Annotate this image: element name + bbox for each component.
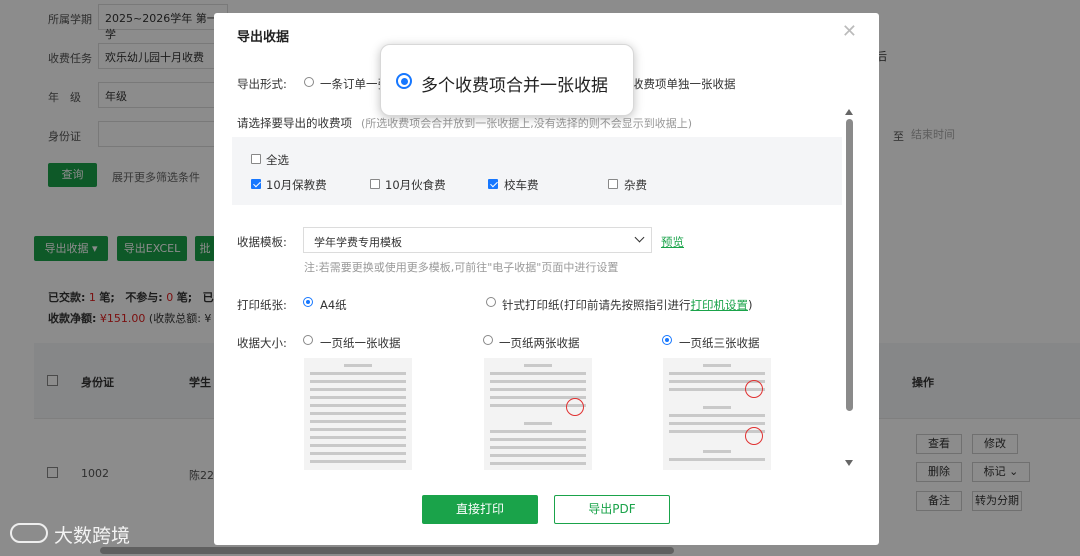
template-label: 收据模板: bbox=[237, 235, 287, 249]
template-select-value: 学年学费专用模板 bbox=[314, 236, 402, 249]
scroll-down-icon[interactable] bbox=[845, 460, 853, 466]
fee-item-label-3[interactable]: 校车费 bbox=[504, 177, 539, 193]
export-option-label-3[interactable]: 收费项单独一张收据 bbox=[632, 76, 736, 92]
red-marker-circle bbox=[745, 427, 763, 445]
paper-dotmatrix-text: 针式打印纸(打印前请先按照指引进行 bbox=[502, 298, 691, 312]
fee-item-label-1[interactable]: 10月保教费 bbox=[266, 177, 327, 193]
zoomed-option-callout: 多个收费项合并一张收据 bbox=[380, 44, 634, 116]
close-icon[interactable]: ✕ bbox=[842, 21, 857, 42]
fee-item-label-4[interactable]: 杂费 bbox=[624, 177, 647, 193]
template-note: 注:若需要更换或使用更多模板,可前往"电子收据"页面中进行设置 bbox=[304, 261, 619, 274]
size-preview-one bbox=[304, 358, 412, 470]
export-option-radio-1[interactable] bbox=[304, 77, 314, 87]
size-label-1[interactable]: 一页纸一张收据 bbox=[320, 335, 401, 351]
paper-label-a4[interactable]: A4纸 bbox=[320, 297, 347, 313]
size-radio-1[interactable] bbox=[303, 335, 313, 345]
dialog-title: 导出收据 bbox=[237, 30, 290, 45]
fee-item-checkbox-4[interactable] bbox=[608, 179, 618, 189]
merged-receipt-radio[interactable] bbox=[396, 73, 412, 89]
size-preview-three bbox=[663, 358, 771, 470]
scroll-up-icon[interactable] bbox=[845, 109, 853, 115]
template-select[interactable]: 学年学费专用模板 bbox=[303, 227, 652, 253]
size-preview-two bbox=[484, 358, 592, 470]
size-label: 收据大小: bbox=[237, 336, 287, 350]
paper-label: 打印纸张: bbox=[237, 298, 287, 312]
chevron-down-icon bbox=[634, 232, 645, 243]
vertical-scrollbar[interactable] bbox=[846, 119, 853, 411]
preview-link[interactable]: 预览 bbox=[661, 234, 684, 250]
merged-receipt-label[interactable]: 多个收费项合并一张收据 bbox=[421, 71, 608, 96]
horizontal-scrollbar[interactable] bbox=[100, 547, 674, 554]
fee-item-checkbox-1[interactable] bbox=[251, 179, 261, 189]
export-option-label-1[interactable]: 一条订单一张 bbox=[320, 76, 389, 92]
paper-radio-a4[interactable] bbox=[303, 297, 313, 307]
size-label-3[interactable]: 一页纸三张收据 bbox=[679, 335, 760, 351]
export-form-label: 导出形式: bbox=[237, 77, 287, 91]
fee-item-checkbox-2[interactable] bbox=[370, 179, 380, 189]
paper-close-paren: ) bbox=[748, 298, 753, 312]
fee-items-panel: 全选 10月保教费 10月伙食费 校车费 杂费 bbox=[232, 137, 842, 205]
watermark-text: 大数跨境 bbox=[54, 525, 131, 547]
paper-radio-dotmatrix[interactable] bbox=[486, 297, 496, 307]
check-all-checkbox[interactable] bbox=[251, 154, 261, 164]
printer-settings-link[interactable]: 打印机设置 bbox=[691, 298, 749, 312]
watermark-logo-icon bbox=[10, 523, 48, 543]
select-items-label: 请选择要导出的收费项 bbox=[237, 116, 352, 130]
fee-item-checkbox-3[interactable] bbox=[488, 179, 498, 189]
fee-item-label-2[interactable]: 10月伙食费 bbox=[385, 177, 446, 193]
export-pdf-button[interactable]: 导出PDF bbox=[554, 495, 670, 524]
check-all-label[interactable]: 全选 bbox=[266, 152, 289, 168]
red-marker-circle bbox=[566, 398, 584, 416]
select-items-hint: (所选收费项会合并放到一张收据上,没有选择的则不会显示到收据上) bbox=[361, 117, 693, 130]
print-button[interactable]: 直接打印 bbox=[422, 495, 538, 524]
size-label-2[interactable]: 一页纸两张收据 bbox=[499, 335, 580, 351]
red-marker-circle bbox=[745, 380, 763, 398]
size-radio-2[interactable] bbox=[483, 335, 493, 345]
size-radio-3[interactable] bbox=[662, 335, 672, 345]
paper-label-dotmatrix[interactable]: 针式打印纸(打印前请先按照指引进行打印机设置) bbox=[502, 297, 753, 313]
